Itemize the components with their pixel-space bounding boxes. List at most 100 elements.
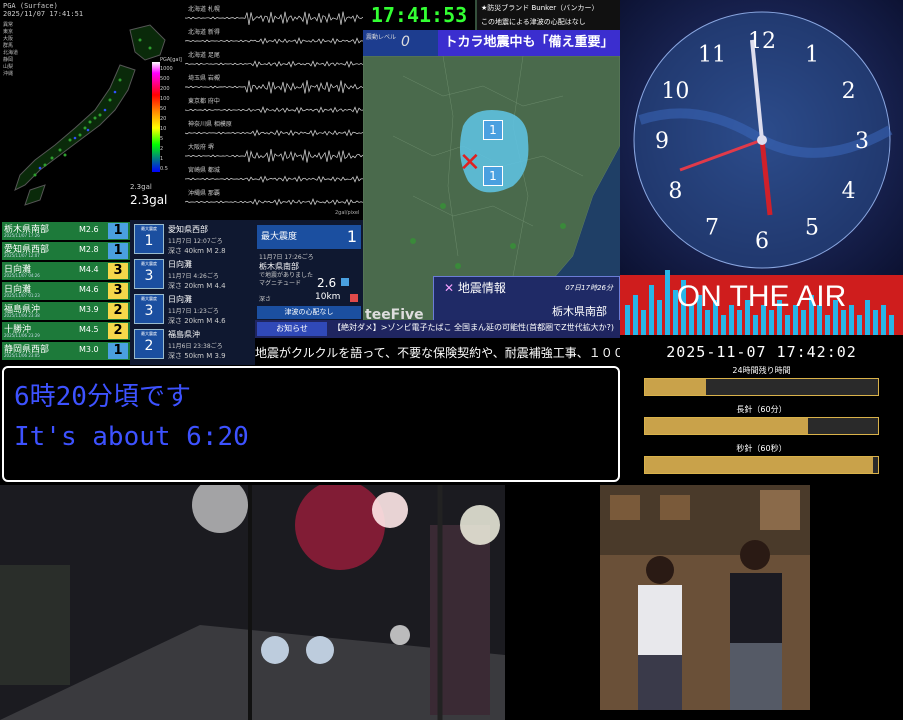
clock-number: 1: [805, 42, 819, 67]
digital-clock: 17:41:53: [363, 0, 475, 30]
progress-bar-day: [644, 378, 879, 396]
progress-label-minute: 長針（60分）: [736, 405, 787, 414]
pga-scale-tick: 1000: [160, 66, 173, 72]
quake-intensity: 2: [108, 323, 128, 339]
cross-icon: ✕: [444, 281, 455, 295]
clock-number: 10: [661, 79, 689, 104]
shindo-level-box: 震動レベル 0: [363, 30, 438, 56]
clock-number: 6: [755, 229, 769, 254]
recent-depth-mag: 深さ 20km M 4.4: [168, 282, 226, 290]
seismogram-trace: [185, 149, 363, 163]
quake-intensity: 2: [108, 303, 128, 319]
notice-label: お知らせ: [257, 322, 327, 336]
pga-scale-tick: 1: [160, 156, 164, 162]
recent-location: 日向灘: [168, 295, 192, 304]
seismogram-row: 北海道 足尾: [185, 50, 363, 70]
intensity-badge: 最大震度 2: [134, 329, 164, 359]
quake-magnitude: M4.6: [79, 285, 99, 294]
seismogram-row: 埼玉県 岩槻: [185, 73, 363, 94]
seismogram-scale: 2gal/pixel: [335, 210, 360, 216]
recent-quakes-list: 最大震度 1 愛知県西部 11月7日 12:07ごろ 深さ 40km M 2.8 最大震度…: [130, 220, 255, 365]
seismogram-trace: [185, 128, 363, 137]
quake-magnitude: M3.9: [79, 305, 99, 314]
pga-scale-tick: 0.5: [160, 166, 168, 172]
quake-intensity: 1: [108, 343, 128, 359]
detail-depth-label: 深さ: [259, 296, 272, 303]
quake-history-list: 栃木県南部 2025/11/07 17:26 M2.6 1 愛知県西部 2025/11/0…: [0, 220, 130, 365]
seismogram-panel: 北海道 札幌 北海道 新得 北海道 足尾 埼玉県 岩槻 東京都 府中 神奈川県 相模原 大阪…: [185, 0, 363, 220]
seismogram-trace: [185, 60, 363, 69]
seismogram-trace: [185, 175, 363, 184]
subtitle-japanese: 6時20分頃です: [14, 382, 191, 412]
notice-text: 【絶対ダメ】>ゾンビ電子たばこ 全国まん延の可能性(首都圏でZ世代拡大か?): [333, 323, 614, 332]
eq-info-location: 栃木県南部: [552, 305, 607, 318]
pga-scale-tick: 2: [160, 146, 164, 152]
pga-scale-label: PGA[gal] 1000 500 200 100 50 20 10 5 2 1 0.5: [160, 57, 182, 172]
seismogram-trace: [185, 11, 363, 25]
intensity-badge: 最大震度 3: [134, 259, 164, 289]
quake-date: 2025/11/06 23:05: [4, 353, 40, 358]
quake-magnitude: M2.8: [79, 245, 99, 254]
intensity-marker-2: 1: [483, 166, 503, 186]
quake-magnitude: M4.4: [79, 265, 99, 274]
quake-list-row[interactable]: 日向灘 2025/11/07 01:23 M4.6 3: [2, 282, 130, 300]
intensity-badge: 最大震度 1: [134, 224, 164, 254]
quake-detail-panel: 最大震度 1 11月7日 17:26ごろ 栃木県南部 で地震がありました マグニ…: [255, 220, 363, 320]
datetime-display: 2025-11-07 17:42:02: [666, 343, 857, 361]
recent-location: 愛知県西部: [168, 225, 208, 234]
seismogram-row: 宮崎県 都城: [185, 165, 363, 185]
pga-scale-tick: 5: [160, 136, 164, 142]
recent-quake-row[interactable]: 最大震度 3 日向灘 11月7日 4:26ごろ 深さ 20km M 4.4: [134, 259, 254, 299]
quake-list-row[interactable]: 福島県沖 2025/11/06 23:38 M3.9 2: [2, 302, 130, 320]
depth-color-square: [350, 294, 358, 302]
quake-list-row[interactable]: 静岡県西部 2025/11/06 23:05 M3.0 1: [2, 342, 130, 360]
studio-camera-feed: [505, 485, 903, 720]
quake-list-row[interactable]: 愛知県西部 2025/11/07 12:07 M2.8 1: [2, 242, 130, 260]
tsunami-status: 津波の心配なし: [257, 306, 361, 319]
intensity-marker-1: 1: [483, 120, 503, 140]
pga-gal-value: 2.3gal: [130, 193, 168, 207]
quake-intensity: 1: [108, 223, 128, 239]
recent-quake-row[interactable]: 最大震度 3 日向灘 11月7日 1:23ごろ 深さ 20km M 4.6: [134, 294, 254, 334]
street-camera-feed: [0, 485, 505, 720]
eq-info-time: 07日17時26分: [565, 284, 613, 292]
quake-intensity: 1: [108, 243, 128, 259]
detail-text: 11月7日 17:26ごろ 栃木県南部 で地震がありました: [259, 254, 314, 279]
quake-list-row[interactable]: 十勝沖 2025/11/06 23:29 M4.5 2: [2, 322, 130, 340]
pga-scale-tick: 50: [160, 106, 167, 112]
pga-scale-tick: 100: [160, 96, 170, 102]
quake-magnitude: M2.6: [79, 225, 99, 234]
quake-list-row[interactable]: 栃木県南部 2025/11/07 17:26 M2.6 1: [2, 222, 130, 240]
tokara-banner: トカラ地震中も「備え重要」: [438, 30, 620, 56]
detail-mag-value: 2.6: [317, 276, 337, 290]
recent-time: 11月7日 4:26ごろ: [168, 273, 219, 280]
earthquake-map-panel: 1 1 ✕ 17:41:53 ★防災ブランド Bunker（バンカー） この地震…: [363, 0, 620, 335]
recent-quake-row[interactable]: 最大震度 2 福島県沖 11月6日 23:38ごろ 深さ 50km M 3.9: [134, 329, 254, 369]
subtitle-english: It's about 6:20: [14, 422, 249, 452]
recent-quake-row[interactable]: 最大震度 1 愛知県西部 11月7日 12:07ごろ 深さ 40km M 2.8: [134, 224, 254, 264]
clock-number: 9: [655, 129, 669, 154]
recent-depth-mag: 深さ 20km M 4.6: [168, 317, 226, 325]
quake-magnitude: M4.5: [79, 325, 99, 334]
quake-date: 2025/11/07 04:26: [4, 273, 40, 278]
quake-intensity: 3: [108, 263, 128, 279]
pga-scale-tick: 500: [160, 76, 170, 82]
seismogram-trace: [185, 36, 363, 45]
quake-date: 2025/11/07 01:23: [4, 293, 40, 298]
seismogram-row: 大阪府 堺: [185, 142, 363, 163]
clock-number: 3: [855, 129, 869, 154]
progress-bar-minute: [644, 417, 879, 435]
progress-bar-second: [644, 456, 879, 474]
seismogram-row: 東京都 府中: [185, 96, 363, 116]
quake-list-row[interactable]: 日向灘 2025/11/07 04:26 M4.4 3: [2, 262, 130, 280]
analog-clock-panel: 12 1 2 3 4 5 6 7 8 9 10 11 ON THE AIR: [620, 0, 903, 335]
quake-date: 2025/11/07 17:26: [4, 233, 40, 238]
pga-color-scale: [152, 62, 160, 172]
analog-clock: 121234567891011: [633, 11, 893, 269]
clock-number: 4: [842, 179, 856, 204]
clock-number: 5: [805, 216, 819, 241]
detail-depth-value: 10km: [315, 292, 341, 302]
bunker-ad: ★防災ブランド Bunker（バンカー） この地震による津波の心配はなし: [477, 0, 620, 30]
quake-date: 2025/11/06 23:29: [4, 333, 40, 338]
seismogram-trace: [185, 105, 363, 114]
